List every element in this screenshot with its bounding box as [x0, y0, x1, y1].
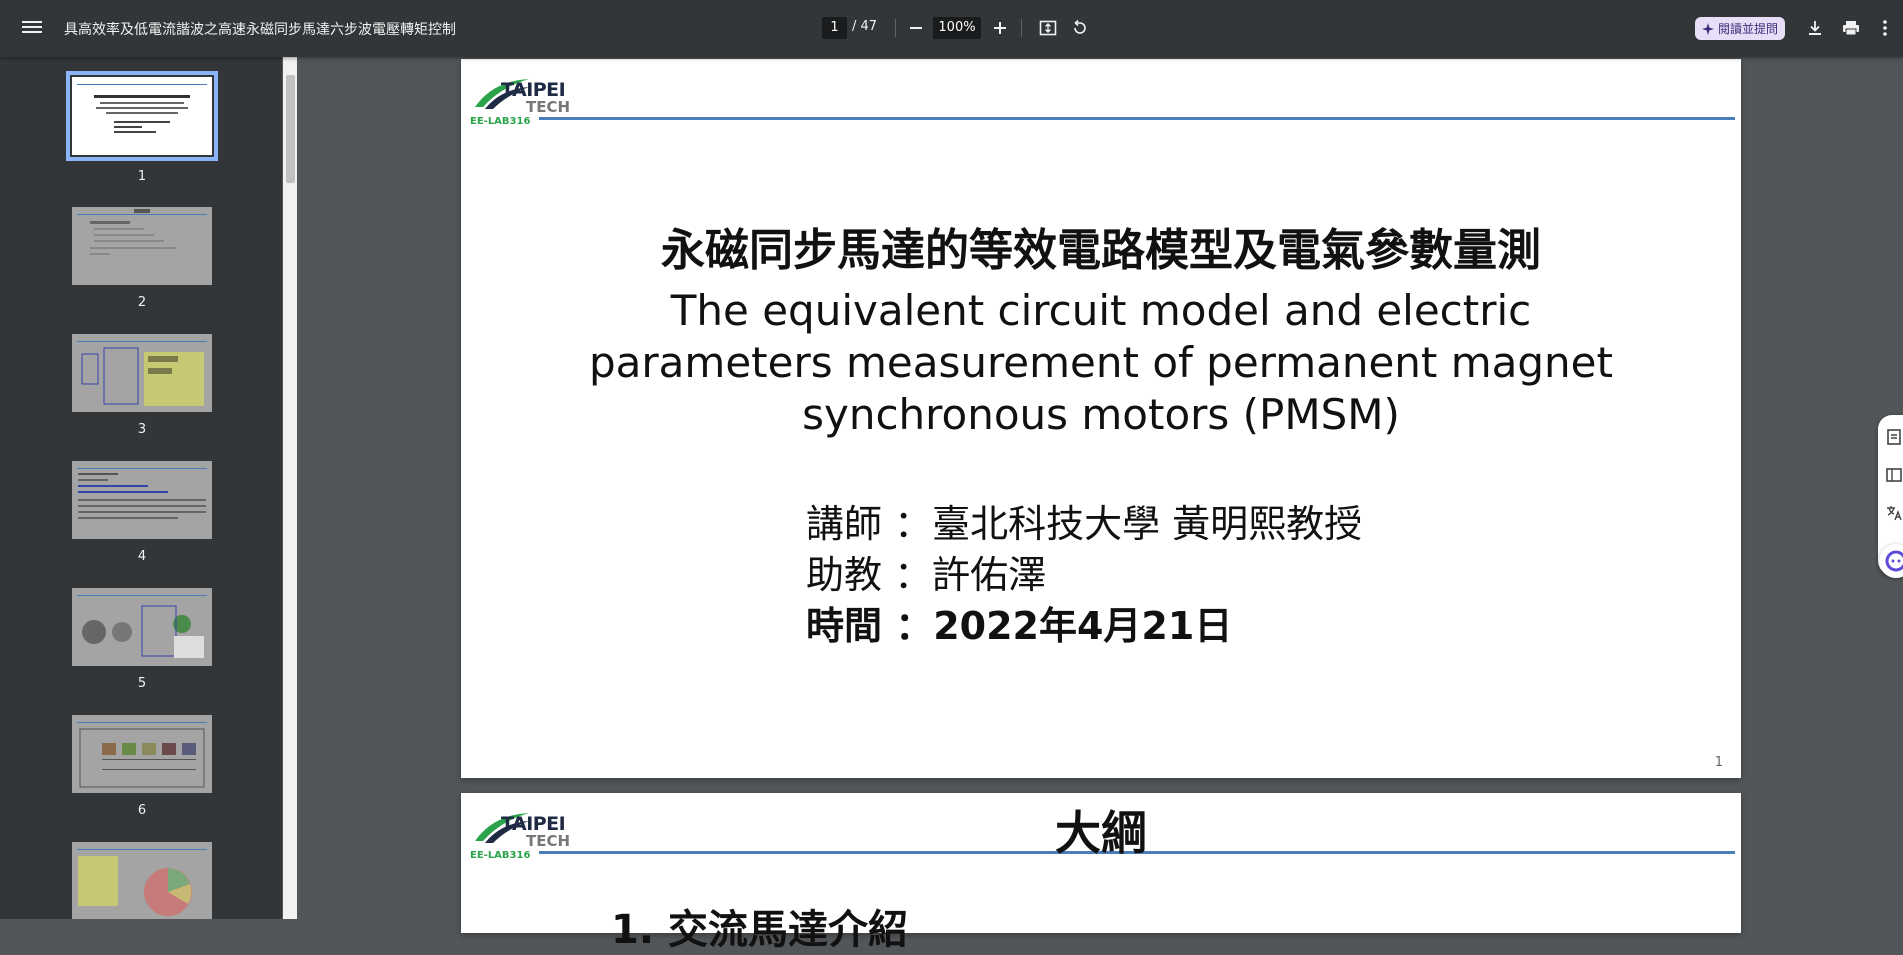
read-aloud-button[interactable]: 閱讀並提問 [1695, 17, 1785, 40]
thumbnail-preview [72, 207, 212, 285]
download-icon[interactable] [1801, 14, 1829, 42]
thumbnail-label: 1 [137, 169, 147, 184]
thumbnail-page-2[interactable] [72, 207, 212, 285]
outline-item: 1. 交流馬達介紹 [611, 907, 908, 953]
thumbnail-preview [77, 84, 207, 133]
zoom-in-icon[interactable] [986, 14, 1014, 42]
thumbnail-page-3[interactable] [72, 334, 212, 412]
thumbnail-label: 6 [137, 803, 147, 818]
assistant-line: 助教 ：許佑澤 [806, 553, 1047, 597]
zoom-level-input[interactable]: 100% [933, 17, 981, 39]
thumbnail-preview [72, 461, 212, 539]
thumbnail-page-5[interactable] [72, 588, 212, 666]
zoom-out-icon[interactable] [902, 14, 930, 42]
translate-icon[interactable] [1885, 504, 1903, 522]
document-icon[interactable] [1885, 428, 1903, 446]
assistant-icon [1885, 550, 1903, 572]
rotate-icon[interactable] [1066, 14, 1094, 42]
thumbnail-label: 5 [137, 676, 147, 691]
thumbnail-page-4[interactable] [72, 461, 212, 539]
read-aloud-label: 閱讀並提問 [1717, 22, 1778, 36]
lab-label: EE-LAB316 [470, 116, 531, 127]
slide-page-number: 1 [1714, 755, 1723, 770]
print-icon[interactable] [1837, 14, 1865, 42]
time-line: 時間 ：2022年4月21日 [806, 604, 1233, 648]
slide-title-english: The equivalent circuit model and electri… [589, 286, 1613, 439]
thumbnail-preview [72, 842, 212, 919]
thumbnail-page-7[interactable] [72, 842, 212, 919]
taipei-tech-logo: TAIPEI TECH [471, 67, 571, 119]
page-number-input[interactable]: 1 [822, 17, 847, 39]
pdf-toolbar: 具高效率及低電流諧波之高速永磁同步馬達六步波電壓轉矩控制 1 / 47 100%… [0, 0, 1903, 57]
logo-tech-text: TECH [526, 98, 571, 116]
assistant-button[interactable] [1879, 544, 1903, 578]
sidebar-scrollbar-thumb[interactable] [286, 75, 295, 183]
thumbnail-preview [72, 715, 212, 793]
panel-icon[interactable] [1885, 466, 1903, 484]
sidebar-scrollbar[interactable] [283, 57, 297, 919]
thumbnail-label: 4 [137, 549, 147, 564]
fit-page-icon[interactable] [1034, 14, 1062, 42]
pdf-page-2: TAIPEI TECH EE-LAB316 大綱 1. 交流馬達介紹 [461, 793, 1741, 953]
thumbnail-label: 3 [137, 422, 147, 437]
thumbnail-page-6[interactable] [72, 715, 212, 793]
slide-title-chinese: 永磁同步馬達的等效電路模型及電氣參數量測 [661, 225, 1541, 276]
slide-info-block: 講師 ：臺北科技大學 黃明熙教授 助教 ：許佑澤 時間 ：2022年4月21日 [806, 499, 1362, 652]
page-total: / 47 [852, 19, 878, 34]
thumbnail-label: 2 [137, 295, 147, 310]
outline-title: 大綱 [1055, 806, 1147, 860]
more-options-icon[interactable] [1875, 14, 1895, 42]
lecturer-line: 講師 ：臺北科技大學 黃明熙教授 [806, 502, 1363, 546]
sparkle-icon [1701, 22, 1714, 35]
toolbar-divider [895, 19, 896, 37]
menu-icon[interactable] [20, 18, 44, 38]
thumbnail-preview [72, 334, 212, 412]
header-rule [539, 117, 1735, 120]
pdf-page-1: TAIPEI TECH EE-LAB316 永磁同步馬達的等效電路模型及電氣參數… [461, 59, 1741, 778]
thumbnail-preview [72, 588, 212, 666]
toolbar-divider [1021, 19, 1022, 37]
thumbnail-sidebar: 1 2 3 4 5 6 [0, 57, 282, 919]
thumbnail-page-1[interactable] [66, 71, 218, 161]
document-title: 具高效率及低電流諧波之高速永磁同步馬達六步波電壓轉矩控制 [64, 22, 456, 38]
